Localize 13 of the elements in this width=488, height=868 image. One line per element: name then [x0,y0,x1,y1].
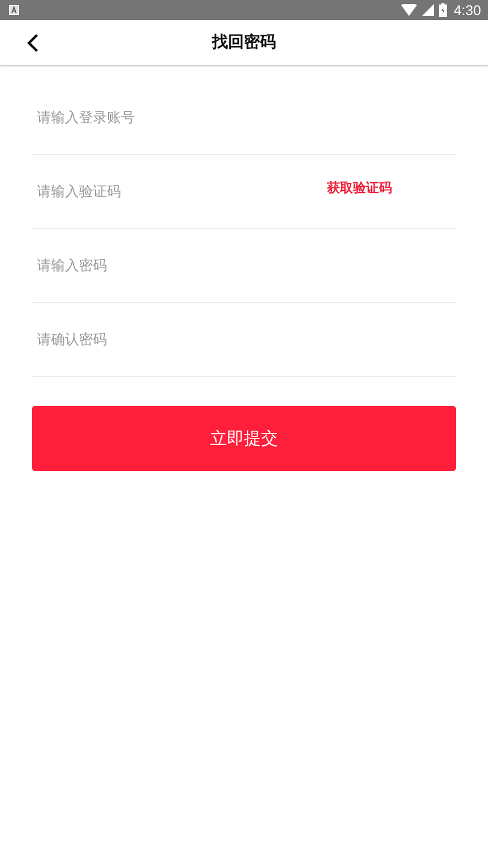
signal-icon [422,4,434,16]
battery-icon [438,3,447,17]
input-field[interactable]: 请输入登录账号 [32,102,456,132]
notification-icon [9,5,19,15]
input-field[interactable]: 请确认密码 [32,324,456,354]
get-code-button[interactable]: 获取验证码 [323,176,396,198]
page-title: 找回密码 [212,32,276,53]
submit-button[interactable]: 立即提交 [32,406,456,471]
input-field[interactable]: 请输入验证码 [32,176,323,206]
status-time: 4:30 [454,2,481,18]
wifi-icon [400,4,417,16]
back-icon[interactable] [27,33,39,53]
input-field[interactable]: 请输入密码 [32,250,456,280]
